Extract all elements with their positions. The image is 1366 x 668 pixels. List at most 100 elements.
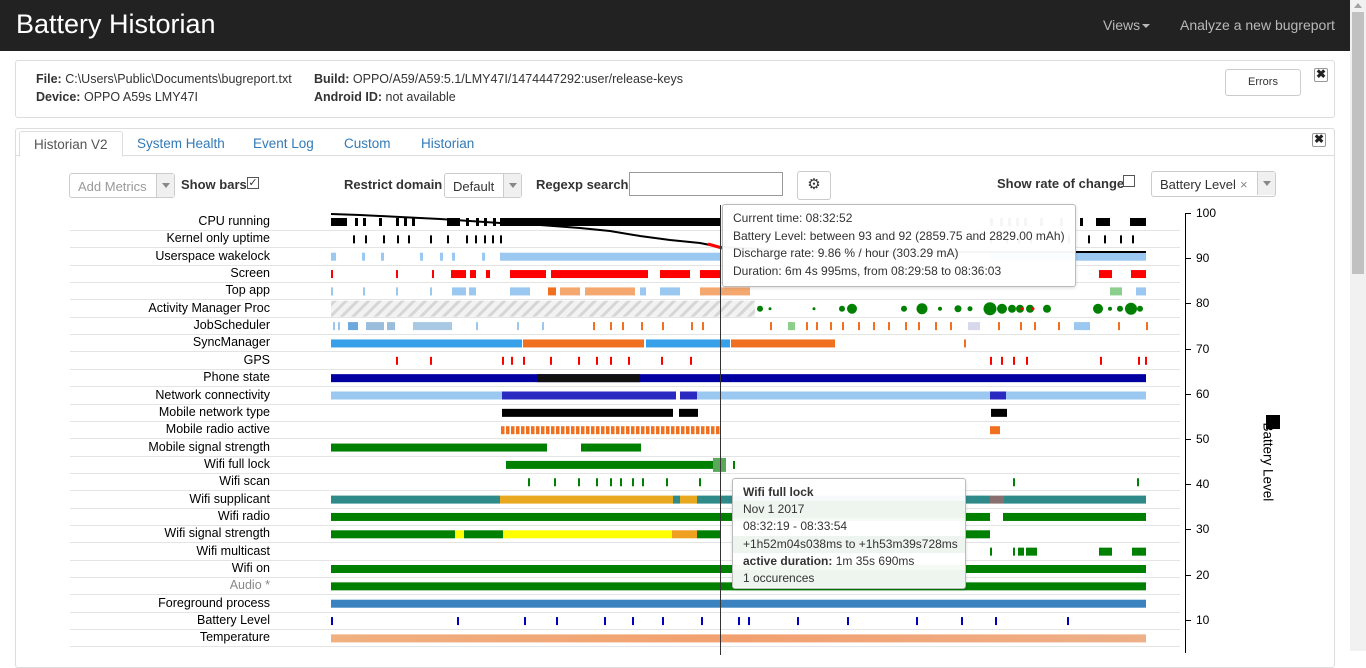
scrollbar-thumb[interactable] <box>1352 12 1364 274</box>
timeline-bar[interactable] <box>506 460 720 469</box>
timeline-tick[interactable] <box>1132 235 1134 244</box>
timeline-bar[interactable] <box>348 322 358 331</box>
timeline-dot[interactable] <box>938 306 942 311</box>
timeline-bar[interactable] <box>990 495 1004 504</box>
timeline-bar[interactable] <box>413 322 452 331</box>
timeline-tick[interactable] <box>1146 322 1148 331</box>
timeline-tick[interactable] <box>331 287 333 296</box>
timeline-tick[interactable] <box>702 322 704 331</box>
timeline-tick[interactable] <box>1013 478 1015 487</box>
timeline-dot[interactable] <box>954 305 962 313</box>
timeline-bar[interactable] <box>611 426 615 435</box>
timeline-bar[interactable] <box>697 391 990 400</box>
timeline-tick[interactable] <box>662 322 664 331</box>
timeline-tick[interactable] <box>578 478 580 487</box>
timeline-tick[interactable] <box>816 322 818 331</box>
timeline-bar[interactable] <box>521 426 525 435</box>
timeline-bar[interactable] <box>331 391 502 400</box>
page-scrollbar[interactable] <box>1350 0 1366 651</box>
timeline-bar[interactable] <box>576 426 580 435</box>
timeline-tick[interactable] <box>365 235 367 244</box>
timeline-tick[interactable] <box>331 270 333 279</box>
timeline-tick[interactable] <box>1137 478 1139 487</box>
timeline-bar[interactable] <box>591 426 595 435</box>
timeline-bar[interactable] <box>331 252 336 261</box>
timeline-bar[interactable] <box>331 599 1146 608</box>
timeline-bar[interactable] <box>1131 270 1146 279</box>
timeline-bar[interactable] <box>551 426 555 435</box>
timeline-tick[interactable] <box>628 356 630 365</box>
timeline-tick[interactable] <box>847 617 849 626</box>
timeline-dot[interactable] <box>768 307 772 311</box>
timeline-dot[interactable] <box>1020 307 1024 311</box>
timeline-bar[interactable] <box>1004 495 1146 504</box>
timeline-bar[interactable] <box>651 426 655 435</box>
timeline-bar[interactable] <box>676 426 680 435</box>
timeline-tick[interactable] <box>641 322 643 331</box>
timeline-tick[interactable] <box>381 252 384 261</box>
timeline-tick[interactable] <box>528 478 530 487</box>
timeline-bar[interactable] <box>701 426 705 435</box>
timeline-bar[interactable] <box>566 426 570 435</box>
timeline-bar[interactable] <box>536 426 540 435</box>
timeline-tick[interactable] <box>1104 235 1106 244</box>
timeline-tick[interactable] <box>1020 322 1022 331</box>
timeline-bar[interactable] <box>656 426 660 435</box>
timeline-bar[interactable] <box>546 426 550 435</box>
timeline-dot[interactable] <box>847 303 857 314</box>
timeline-tick[interactable] <box>338 322 340 331</box>
timeline-tick[interactable] <box>447 235 449 244</box>
timeline-bar[interactable] <box>680 391 697 400</box>
timeline-tick[interactable] <box>842 322 844 331</box>
timeline-tick[interactable] <box>950 322 952 331</box>
timeline-dot[interactable] <box>812 307 816 311</box>
timeline-tick[interactable] <box>661 356 663 365</box>
timeline-dot[interactable] <box>757 305 763 312</box>
timeline-bar[interactable] <box>452 287 466 296</box>
timeline-bar[interactable] <box>990 426 1000 435</box>
timeline-tick[interactable] <box>523 356 525 365</box>
timeline-bar[interactable] <box>680 495 697 504</box>
timeline-tick[interactable] <box>830 322 832 331</box>
timeline-tick[interactable] <box>353 235 355 244</box>
timeline-bar[interactable] <box>571 426 575 435</box>
timeline-tick[interactable] <box>622 322 624 331</box>
timeline-bar[interactable] <box>696 426 700 435</box>
timeline-bar[interactable] <box>451 270 466 279</box>
timeline-bar[interactable] <box>679 408 698 417</box>
timeline-bar[interactable] <box>1018 547 1024 556</box>
timeline-bar[interactable] <box>697 530 720 539</box>
timeline-bar[interactable] <box>331 634 1146 643</box>
timeline-bar[interactable] <box>510 287 530 296</box>
scroll-up-icon[interactable] <box>1354 3 1362 8</box>
timeline-tick[interactable] <box>596 478 598 487</box>
timeline-bar[interactable] <box>631 426 635 435</box>
timeline-dot[interactable] <box>916 303 928 315</box>
timeline-bar[interactable] <box>691 426 695 435</box>
timeline-bar[interactable] <box>387 322 395 331</box>
timeline-tick[interactable] <box>666 478 668 487</box>
timeline-tick[interactable] <box>632 478 634 487</box>
timeline-bar[interactable] <box>581 443 641 452</box>
timeline-tick[interactable] <box>542 322 544 331</box>
timeline-tick[interactable] <box>578 356 580 365</box>
timeline-tick[interactable] <box>990 547 992 556</box>
timeline-tick[interactable] <box>383 235 385 244</box>
timeline-tick[interactable] <box>916 617 918 626</box>
timeline-tick[interactable] <box>964 339 966 348</box>
timeline-dot[interactable] <box>983 302 997 316</box>
timeline-tick[interactable] <box>858 322 860 331</box>
timeline-tick[interactable] <box>396 356 398 365</box>
timeline-tick[interactable] <box>998 322 1000 331</box>
timeline-tick[interactable] <box>1058 322 1060 331</box>
timeline-tick[interactable] <box>440 252 443 261</box>
timeline-tick[interactable] <box>995 617 997 626</box>
timeline-bar[interactable] <box>621 426 625 435</box>
timeline-tick[interactable] <box>333 322 335 331</box>
timeline-tick[interactable] <box>733 460 735 469</box>
timeline-tick[interactable] <box>905 322 907 331</box>
timeline-tick[interactable] <box>511 356 513 365</box>
timeline-bar[interactable] <box>486 270 490 279</box>
timeline-tick[interactable] <box>363 287 365 296</box>
timeline-bar[interactable] <box>646 426 650 435</box>
